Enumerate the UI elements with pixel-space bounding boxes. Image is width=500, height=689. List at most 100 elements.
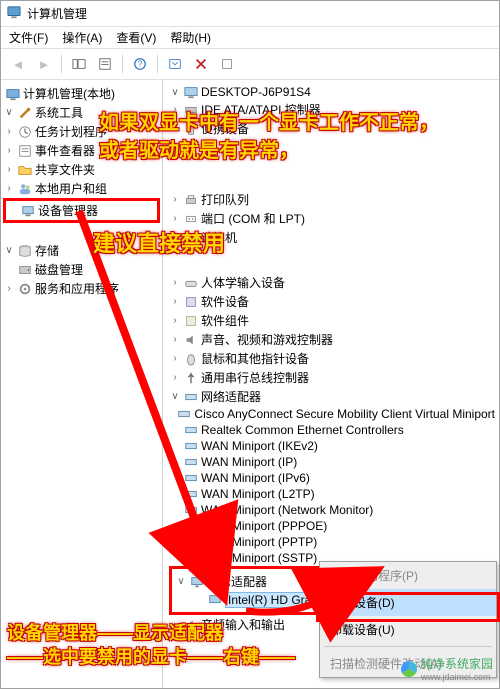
expand-icon[interactable]: › xyxy=(3,183,15,194)
cat-soft-dev[interactable]: 软件设备 xyxy=(201,293,249,310)
cat-usb[interactable]: 通用串行总线控制器 xyxy=(201,369,309,386)
left-tree[interactable]: 计算机管理(本地) ∨ 系统工具 › 任务计划程序 › 事件查看器 › 共享文件夹 › 本… xyxy=(1,80,163,688)
separator xyxy=(61,55,62,73)
net-item[interactable]: WAN Miniport (IPv6) xyxy=(201,471,310,485)
display-icon xyxy=(190,575,204,589)
cat-sound[interactable]: 声音、视频和游戏控制器 xyxy=(201,331,333,348)
app-icon xyxy=(7,5,21,22)
help-icon[interactable]: ? xyxy=(129,53,151,75)
expand-icon[interactable]: › xyxy=(169,315,181,326)
net-item[interactable]: WAN Miniport (IKEv2) xyxy=(201,439,318,453)
cat-portable[interactable]: 便携设备 xyxy=(201,120,249,137)
menu-bar: 文件(F) 操作(A) 查看(V) 帮助(H) xyxy=(1,27,499,48)
folder-icon xyxy=(18,163,32,177)
expand-icon[interactable]: › xyxy=(169,277,181,288)
menu-file[interactable]: 文件(F) xyxy=(9,29,48,46)
collapse-icon[interactable]: ∨ xyxy=(169,391,181,402)
ctx-uninstall-device[interactable]: 卸载设备(U) xyxy=(320,616,496,643)
audio-icon xyxy=(184,618,198,632)
nic-icon xyxy=(184,551,198,565)
expand-icon[interactable]: › xyxy=(3,126,15,137)
cat-audio[interactable]: 音频输入和输出 xyxy=(201,616,285,633)
tree-local-users[interactable]: 本地用户和组 xyxy=(35,180,107,197)
nic-icon xyxy=(184,503,198,517)
event-icon xyxy=(18,144,32,158)
tree-shared-folders[interactable]: 共享文件夹 xyxy=(35,161,95,178)
expand-icon[interactable]: › xyxy=(169,334,181,345)
tree-device-manager[interactable]: 设备管理器 xyxy=(38,202,98,219)
computer-name[interactable]: DESKTOP-J6P91S4 xyxy=(201,85,311,99)
nic-icon xyxy=(184,519,198,533)
expand-icon[interactable]: › xyxy=(169,619,181,630)
expand-icon[interactable]: › xyxy=(169,194,181,205)
tree-system-tools[interactable]: 系统工具 xyxy=(35,104,83,121)
expand-icon[interactable]: › xyxy=(169,296,181,307)
collapse-icon[interactable]: ∨ xyxy=(175,576,187,587)
menu-view[interactable]: 查看(V) xyxy=(116,29,156,46)
menu-help[interactable]: 帮助(H) xyxy=(170,29,211,46)
cat-soft-comp[interactable]: 软件组件 xyxy=(201,312,249,329)
cat-computers[interactable]: 计算机 xyxy=(201,229,237,246)
tree-root[interactable]: 计算机管理(本地) xyxy=(23,85,115,102)
cat-display[interactable]: 显示适配器 xyxy=(207,573,267,590)
ctx-disable-device[interactable]: 禁用设备(D) xyxy=(320,589,496,616)
expand-icon[interactable]: › xyxy=(3,164,15,175)
ctx-scan-hardware[interactable]: 扫描检测硬件改动(A) xyxy=(320,650,496,677)
refresh-icon[interactable] xyxy=(164,53,186,75)
cat-network[interactable]: 网络适配器 xyxy=(201,388,261,405)
cat-mouse[interactable]: 鼠标和其他指针设备 xyxy=(201,350,309,367)
software-icon xyxy=(184,295,198,309)
component-icon xyxy=(184,314,198,328)
net-item[interactable]: Realtek Common Ethernet Controllers xyxy=(201,423,404,437)
cat-printers[interactable]: 打印队列 xyxy=(201,191,249,208)
cat-hid[interactable]: 人体学输入设备 xyxy=(201,274,285,291)
tree-disk-mgmt[interactable]: 磁盘管理 xyxy=(35,261,83,278)
expand-icon[interactable]: › xyxy=(3,145,15,156)
tree-storage[interactable]: 存储 xyxy=(35,242,59,259)
collapse-icon[interactable]: ∨ xyxy=(3,245,15,256)
net-item[interactable]: WAN Miniport (PPTP) xyxy=(201,535,317,549)
ctx-update-driver[interactable]: 更新驱动程序(P) xyxy=(320,562,496,589)
hid-icon xyxy=(184,276,198,290)
expand-icon[interactable]: › xyxy=(169,213,181,224)
computer-icon xyxy=(184,85,198,99)
action-icon[interactable] xyxy=(216,53,238,75)
cat-ide[interactable]: IDE ATA/ATAPI 控制器 xyxy=(201,101,321,118)
tree-task-scheduler[interactable]: 任务计划程序 xyxy=(35,123,107,140)
net-item[interactable]: WAN Miniport (Network Monitor) xyxy=(201,503,373,517)
expand-icon[interactable]: › xyxy=(3,283,15,294)
net-item[interactable]: WAN Miniport (PPPOE) xyxy=(201,519,327,533)
back-icon[interactable]: ◄ xyxy=(7,53,29,75)
computer-icon xyxy=(184,231,198,245)
collapse-icon[interactable]: ∨ xyxy=(3,107,15,118)
collapse-icon[interactable]: ∨ xyxy=(169,87,181,98)
properties-icon[interactable] xyxy=(94,53,116,75)
expand-icon[interactable]: › xyxy=(169,104,181,115)
net-item[interactable]: Cisco AnyConnect Secure Mobility Client … xyxy=(194,407,495,421)
nic-icon xyxy=(184,487,198,501)
mouse-icon xyxy=(184,352,198,366)
forward-icon[interactable]: ► xyxy=(33,53,55,75)
expand-icon[interactable]: › xyxy=(169,232,181,243)
net-item[interactable]: WAN Miniport (L2TP) xyxy=(201,487,315,501)
expand-icon[interactable]: › xyxy=(169,372,181,383)
net-item[interactable]: WAN Miniport (IP) xyxy=(201,455,297,469)
expand-icon[interactable]: › xyxy=(169,123,181,134)
expand-icon[interactable]: › xyxy=(169,353,181,364)
nic-icon xyxy=(184,439,198,453)
tree-services[interactable]: 服务和应用程序 xyxy=(35,280,119,297)
net-item[interactable]: WAN Miniport (SSTP) xyxy=(201,551,317,565)
tools-icon xyxy=(18,106,32,120)
delete-icon[interactable] xyxy=(190,53,212,75)
separator xyxy=(122,55,123,73)
show-tree-icon[interactable] xyxy=(68,53,90,75)
tree-event-viewer[interactable]: 事件查看器 xyxy=(35,142,95,159)
menu-divider xyxy=(324,646,492,647)
toolbar: ◄ ► ? xyxy=(1,48,499,80)
cat-ports[interactable]: 端口 (COM 和 LPT) xyxy=(201,210,305,227)
ide-icon xyxy=(184,103,198,117)
printer-icon xyxy=(184,193,198,207)
nic-icon xyxy=(184,423,198,437)
portable-icon xyxy=(184,122,198,136)
menu-action[interactable]: 操作(A) xyxy=(62,29,102,46)
